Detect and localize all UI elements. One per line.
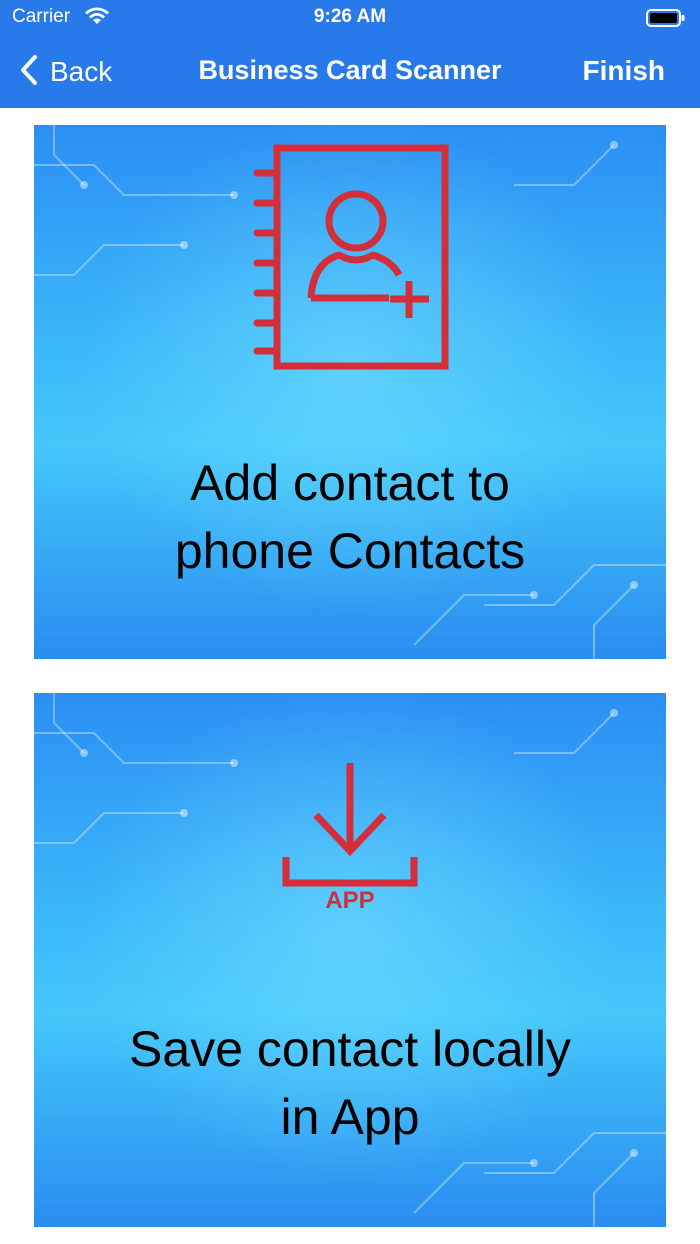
- finish-button[interactable]: Finish: [583, 55, 665, 87]
- chevron-left-icon: [20, 54, 38, 91]
- save-locally-card[interactable]: APP Save contact locally in App: [34, 693, 666, 1227]
- app-icon-label: APP: [325, 887, 375, 914]
- back-label: Back: [50, 56, 113, 87]
- card-label: Save contact locally in App: [34, 1015, 666, 1151]
- app-header: Carrier 9:26 AM Back Business Card Scann…: [0, 0, 700, 108]
- navigation-bar: Back Business Card Scanner Finish: [0, 36, 700, 108]
- card-label-line1: Save contact locally: [129, 1021, 571, 1077]
- card-label-line2: phone Contacts: [174, 523, 526, 579]
- card-label: Add contact to phone Contacts: [34, 449, 666, 585]
- card-label-line2: in App: [280, 1089, 420, 1145]
- clock: 9:26 AM: [313, 6, 387, 27]
- status-bar: Carrier 9:26 AM: [0, 0, 700, 36]
- battery-icon: [646, 8, 686, 33]
- back-button[interactable]: Back: [20, 52, 112, 92]
- card-label-line1: Add contact to: [190, 455, 510, 511]
- add-to-phone-contacts-card[interactable]: Add contact to phone Contacts: [34, 125, 666, 659]
- contact-book-add-icon: [253, 144, 449, 370]
